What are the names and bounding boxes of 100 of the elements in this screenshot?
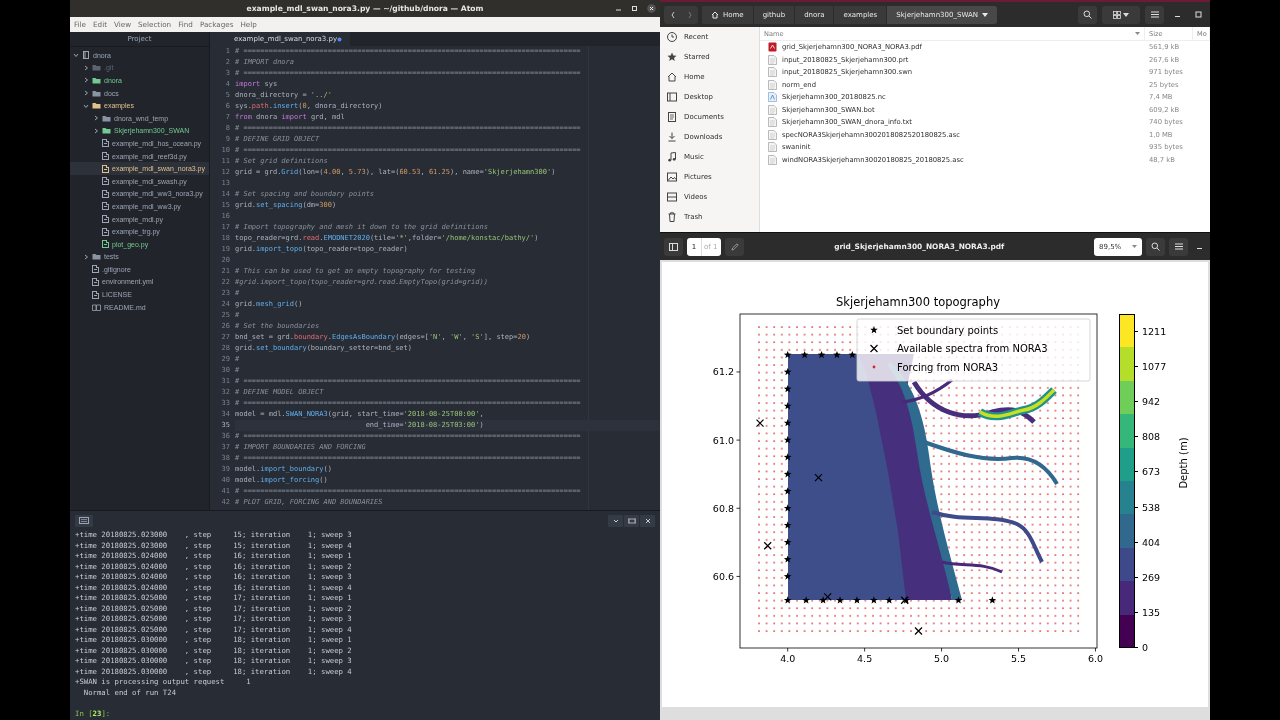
boundary-point-marker xyxy=(836,596,844,604)
colorbar-tick-label: 538 xyxy=(1142,502,1161,513)
boundary-point-marker xyxy=(783,470,792,478)
sidebar-toggle-button[interactable] xyxy=(664,237,683,256)
maximize-icon[interactable] xyxy=(631,5,638,12)
spectra-point-marker xyxy=(755,418,765,428)
file-icon xyxy=(102,177,109,186)
file-icon xyxy=(768,67,777,78)
search-icon xyxy=(1151,242,1160,251)
file-icon xyxy=(768,79,777,90)
colorbar-title: Depth (m) xyxy=(1178,437,1189,489)
clock-icon xyxy=(666,31,678,43)
boundary-point-marker xyxy=(954,596,963,604)
tick-label: 60.6 xyxy=(712,570,734,582)
file-icon xyxy=(768,129,777,140)
folder-icon xyxy=(92,253,101,261)
boundary-point-marker xyxy=(783,521,792,529)
annotate-button[interactable] xyxy=(725,237,745,256)
tick-label: 5.5 xyxy=(1010,653,1027,664)
file-icon xyxy=(92,265,99,274)
boundary-point-marker xyxy=(885,596,894,604)
file-icon xyxy=(102,152,109,161)
view-button[interactable] xyxy=(1102,5,1140,24)
boundary-point-marker xyxy=(800,350,809,359)
maximize-button[interactable] xyxy=(624,514,639,527)
spectra-point-marker xyxy=(814,473,823,482)
boundary-point-marker xyxy=(783,402,792,410)
boundary-point-marker xyxy=(802,596,810,604)
close-icon xyxy=(643,516,652,525)
keyboard-icon xyxy=(79,517,89,524)
book-open-icon xyxy=(92,303,101,311)
tick-label: 6.0 xyxy=(1087,653,1103,664)
colorbar-tick-label: 942 xyxy=(1142,396,1161,407)
boundary-point-marker xyxy=(783,555,792,563)
menu-button[interactable] xyxy=(1169,237,1188,256)
boundary-point-marker xyxy=(783,419,792,427)
home-icon xyxy=(666,71,678,83)
colorbar-tick-label: 0 xyxy=(1142,642,1149,653)
file-icon xyxy=(768,154,777,165)
tick-label: 4.5 xyxy=(857,653,873,664)
tick-label: 61.2 xyxy=(712,366,734,378)
boundary-point-marker xyxy=(819,596,827,604)
tick-label: 5.0 xyxy=(934,653,950,664)
menu-icon xyxy=(1150,11,1159,18)
boundary-point-marker xyxy=(783,487,792,495)
search-button[interactable] xyxy=(1078,5,1097,24)
tick-label: 4.0 xyxy=(780,653,796,664)
tick-label: 60.8 xyxy=(712,502,734,514)
data-file-icon xyxy=(768,92,777,103)
colorbar-tick-label: 404 xyxy=(1142,537,1161,548)
download-icon xyxy=(666,131,678,143)
file-icon xyxy=(92,290,99,299)
boundary-point-marker xyxy=(783,385,792,393)
file-icon xyxy=(92,278,99,286)
close-icon[interactable] xyxy=(647,4,656,13)
boundary-point-marker xyxy=(783,453,792,461)
boundary-point-marker xyxy=(870,596,878,604)
file-icon xyxy=(768,142,777,153)
boundary-point-marker xyxy=(783,350,792,359)
grid-view-icon xyxy=(1113,10,1121,19)
spectra-point-marker xyxy=(763,541,772,550)
colorbar-tick-label: 135 xyxy=(1142,607,1161,618)
cross-icon xyxy=(869,344,879,353)
menu-icon xyxy=(1174,243,1183,250)
tick-label: 61.0 xyxy=(712,434,734,446)
boundary-point-marker xyxy=(783,436,792,444)
boundary-point-marker xyxy=(783,538,792,546)
search-button[interactable] xyxy=(1146,237,1165,256)
monitor-icon xyxy=(666,91,678,103)
search-icon xyxy=(1083,10,1092,19)
file-icon xyxy=(102,215,109,223)
trash-icon xyxy=(666,211,678,223)
caret-down-icon xyxy=(1135,32,1140,35)
music-note-icon xyxy=(666,151,678,163)
film-icon xyxy=(666,191,678,203)
boundary-point-marker xyxy=(988,596,997,604)
caret-down-icon xyxy=(1123,12,1129,17)
colorbar-tick-label: 1211 xyxy=(1142,326,1167,337)
spectra-point-marker xyxy=(914,626,923,636)
terminal-button[interactable] xyxy=(75,514,93,527)
caret-down-icon xyxy=(982,12,988,17)
file-icon xyxy=(102,202,109,211)
colorbar-tick-label: 673 xyxy=(1142,466,1161,477)
chevron-down-icon xyxy=(73,52,79,59)
boundary-point-marker xyxy=(783,572,792,580)
boundary-point-marker xyxy=(833,350,841,359)
file-icon xyxy=(102,139,109,148)
star-icon xyxy=(870,326,878,334)
menu-button[interactable] xyxy=(1145,5,1164,24)
boundary-point-marker xyxy=(853,596,861,604)
sidebar-icon xyxy=(669,242,678,251)
book-icon xyxy=(82,51,90,60)
close-button[interactable] xyxy=(640,514,655,527)
maximize-icon xyxy=(1194,11,1202,18)
colorbar-tick-label: 1077 xyxy=(1142,361,1167,372)
chevron-right-icon xyxy=(83,253,89,260)
boundary-point-marker xyxy=(817,350,826,359)
boundary-point-marker xyxy=(783,504,792,512)
legend-label: Set boundary points xyxy=(897,324,999,336)
boundary-point-marker xyxy=(783,367,792,376)
